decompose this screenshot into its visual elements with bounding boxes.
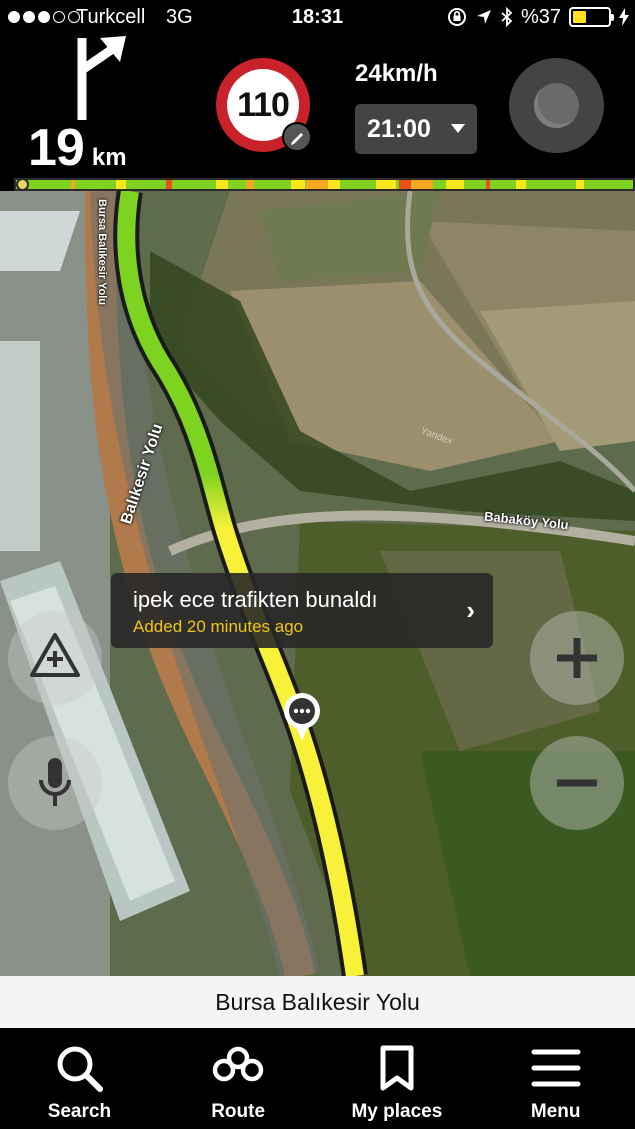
map-view[interactable]: Bursa Balıkesir Yolu Babaköy Yolu Balıke… <box>0 191 635 976</box>
orientation-lock-icon <box>447 8 466 26</box>
route-icon <box>212 1046 264 1082</box>
chevron-down-icon <box>451 124 465 133</box>
tab-label: Search <box>47 1101 112 1122</box>
keep-right-arrow-icon <box>77 36 126 120</box>
carrier-name: Turkcell <box>76 6 146 28</box>
tab-search[interactable]: Search <box>0 1028 159 1129</box>
tab-label: Menu <box>530 1101 581 1122</box>
current-speed: 24km/h <box>355 60 438 87</box>
battery-icon <box>569 7 614 27</box>
charging-icon <box>619 8 629 26</box>
pencil-icon <box>291 133 303 145</box>
location-arrow-icon <box>476 10 491 24</box>
bookmark-icon <box>380 1045 414 1091</box>
signal-strength-icon <box>8 11 80 23</box>
bottom-tab-bar: Search Route My places Menu <box>0 1028 635 1129</box>
status-bar: Turkcell 3G 18:31 %37 <box>0 0 635 36</box>
network-type: 3G <box>166 6 193 28</box>
tab-route[interactable]: Route <box>159 1028 318 1129</box>
voice-assistant-button[interactable] <box>509 58 604 153</box>
microphone-icon <box>39 758 71 806</box>
tab-my-places[interactable]: My places <box>318 1028 477 1129</box>
arrival-time-value: 21:00 <box>367 114 431 143</box>
distance-unit: km <box>91 144 127 171</box>
tab-menu[interactable]: Menu <box>476 1028 635 1129</box>
tab-label: My places <box>351 1101 443 1122</box>
navigation-header: 19 km 110 24km/h 21:00 <box>0 36 635 178</box>
bluetooth-icon <box>501 7 513 27</box>
zoom-out-button[interactable] <box>530 736 624 830</box>
current-street-name: Bursa Balıkesir Yolu <box>0 976 635 1028</box>
zoom-in-button[interactable] <box>530 611 624 705</box>
arrival-time-select[interactable]: 21:00 <box>355 104 477 154</box>
maneuver-distance: 19 km <box>28 118 127 178</box>
menu-icon <box>531 1049 581 1087</box>
tab-label: Route <box>211 1101 266 1122</box>
current-position-marker <box>16 178 29 191</box>
voice-search-button[interactable] <box>8 736 102 830</box>
assistant-icon <box>534 83 579 128</box>
route-traffic-bar <box>14 178 635 191</box>
traffic-segments <box>16 180 633 189</box>
chevron-right-icon: › <box>466 595 475 625</box>
edit-speed-limit-button[interactable] <box>282 122 312 152</box>
distance-value: 19 <box>28 119 85 177</box>
minus-icon <box>557 779 597 787</box>
search-icon <box>57 1046 104 1092</box>
event-time: Added 20 minutes ago <box>133 617 304 636</box>
plus-icon <box>557 638 597 678</box>
event-title: ipek ece trafikten bunaldı <box>133 587 378 612</box>
road-event-popup[interactable]: ipek ece trafikten bunaldı Added 20 minu… <box>111 573 493 648</box>
report-event-button[interactable] <box>8 611 102 705</box>
chat-event-marker-icon[interactable] <box>282 691 322 743</box>
battery-percentage: %37 <box>520 5 561 28</box>
warning-plus-icon <box>30 633 80 677</box>
street-label: Bursa Balıkesir Yolu <box>96 199 108 305</box>
